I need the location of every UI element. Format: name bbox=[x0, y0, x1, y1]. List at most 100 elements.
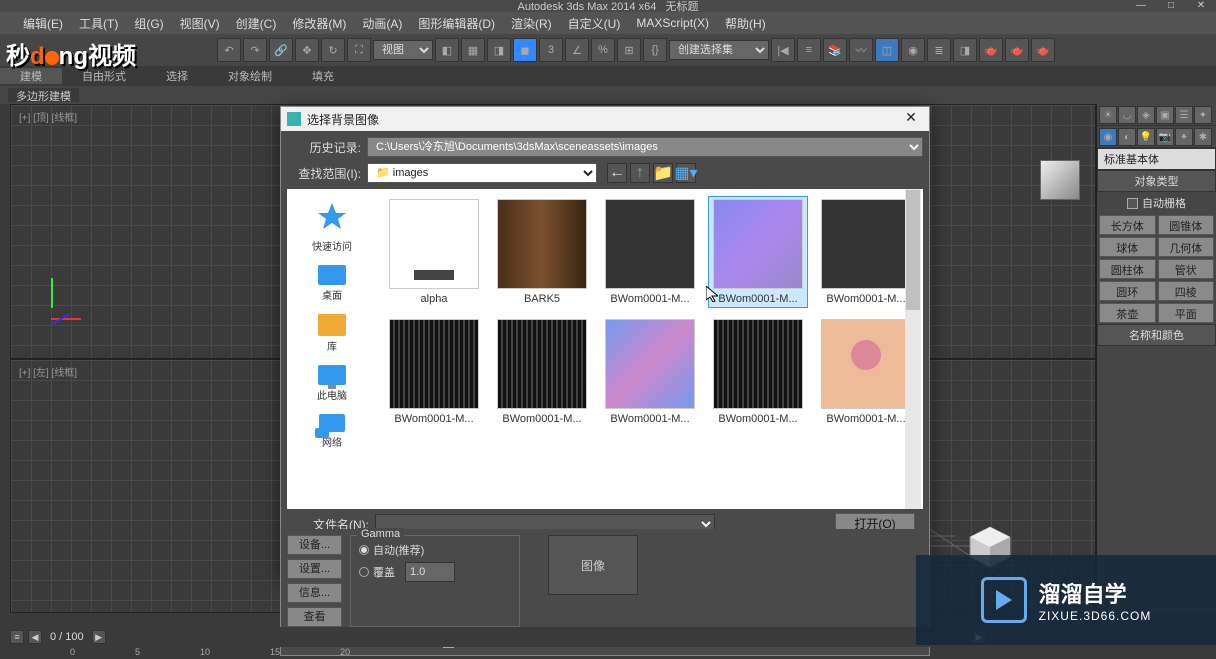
thumbnail-item[interactable]: BWom0001-M... bbox=[495, 319, 589, 425]
tool-percent-snap[interactable]: % bbox=[591, 38, 615, 62]
poly-modeling-tab[interactable]: 多边形建模 bbox=[8, 88, 79, 102]
scrollbar-thumb[interactable] bbox=[906, 190, 920, 310]
lookin-dropdown[interactable]: 📁 images bbox=[367, 163, 597, 183]
maximize-button[interactable]: □ bbox=[1156, 0, 1186, 12]
btn-pyramid[interactable]: 四棱 bbox=[1158, 281, 1215, 301]
new-folder-button[interactable]: 📁 bbox=[653, 163, 673, 183]
tool-btn-e[interactable]: {} bbox=[643, 38, 667, 62]
history-dropdown[interactable]: C:\Users\冷东旭\Documents\3dsMax\sceneasset… bbox=[367, 137, 923, 157]
menu-graph-editors[interactable]: 图形编辑器(D) bbox=[410, 15, 503, 32]
tool-btn-d[interactable]: ⊞ bbox=[617, 38, 641, 62]
menu-maxscript[interactable]: MAXScript(X) bbox=[628, 16, 717, 30]
device-button[interactable]: 设备... bbox=[287, 535, 342, 555]
render-button-3[interactable]: 🫖 bbox=[1031, 38, 1055, 62]
tab-populate[interactable]: 填充 bbox=[292, 68, 354, 84]
curve-editor-button[interactable]: 〰 bbox=[849, 38, 873, 62]
tool-btn-b[interactable]: ◨ bbox=[487, 38, 511, 62]
thumbnail-item[interactable]: alpha bbox=[387, 199, 481, 305]
render-setup-button[interactable]: ≣ bbox=[927, 38, 951, 62]
btn-sphere[interactable]: 球体 bbox=[1099, 237, 1156, 257]
gamma-auto-radio[interactable] bbox=[359, 545, 369, 555]
viewcube[interactable] bbox=[1040, 160, 1080, 200]
tab-object-paint[interactable]: 对象绘制 bbox=[208, 68, 292, 84]
close-button[interactable]: ✕ bbox=[1186, 0, 1216, 12]
btn-plane[interactable]: 平面 bbox=[1158, 303, 1215, 323]
btn-torus[interactable]: 圆环 bbox=[1099, 281, 1156, 301]
btn-geosphere[interactable]: 几何体 bbox=[1158, 237, 1215, 257]
menu-animation[interactable]: 动画(A) bbox=[354, 15, 410, 32]
menu-edit[interactable]: 编辑(E) bbox=[15, 15, 71, 32]
tool-btn-c[interactable]: ◼ bbox=[513, 38, 537, 62]
sidebar-this-pc[interactable]: 此电脑 bbox=[287, 359, 377, 408]
thumbnail-item[interactable]: BARK5 bbox=[495, 199, 589, 305]
info-button[interactable]: 信息... bbox=[287, 583, 342, 603]
cameras-tab-icon[interactable]: 📷 bbox=[1156, 128, 1174, 146]
tab-selection[interactable]: 选择 bbox=[146, 68, 208, 84]
menu-create[interactable]: 创建(C) bbox=[228, 15, 285, 32]
menu-tools[interactable]: 工具(T) bbox=[71, 15, 126, 32]
undo-button[interactable]: ↶ bbox=[217, 38, 241, 62]
up-button[interactable]: ↑ bbox=[630, 163, 650, 183]
menu-view[interactable]: 视图(V) bbox=[172, 15, 228, 32]
helpers-tab-icon[interactable]: ✦ bbox=[1175, 128, 1193, 146]
dialog-close-button[interactable]: ✕ bbox=[899, 109, 923, 129]
thumbnail-item[interactable]: BWom0001-M... bbox=[603, 319, 697, 425]
timeline-start-button[interactable]: ≡ bbox=[10, 630, 24, 644]
view-menu-button[interactable]: ▦▾ bbox=[676, 163, 696, 183]
sidebar-quick-access[interactable]: 快速访问 bbox=[287, 195, 377, 259]
name-color-header[interactable]: 名称和颜色 bbox=[1097, 324, 1216, 346]
select-tool[interactable]: ▦ bbox=[461, 38, 485, 62]
material-editor-button[interactable]: ◉ bbox=[901, 38, 925, 62]
redo-button[interactable]: ↷ bbox=[243, 38, 267, 62]
geometry-tab-icon[interactable]: ◉ bbox=[1099, 128, 1117, 146]
settings-button[interactable]: 设置... bbox=[287, 559, 342, 579]
selection-set-dropdown[interactable]: 创建选择集 bbox=[669, 40, 769, 60]
lights-tab-icon[interactable]: 💡 bbox=[1137, 128, 1155, 146]
thumbnail-item[interactable]: BWom0001-M... bbox=[603, 199, 697, 305]
render-button-2[interactable]: 🫖 bbox=[1005, 38, 1029, 62]
thumbnail-item[interactable]: BWom0001-M... bbox=[708, 196, 808, 308]
minimize-button[interactable]: — bbox=[1126, 0, 1156, 12]
tool-angle-snap[interactable]: ∠ bbox=[565, 38, 589, 62]
tool-icon-a[interactable]: ◈ bbox=[1137, 106, 1155, 124]
systems-tab-icon[interactable]: ✱ bbox=[1194, 128, 1212, 146]
shapes-tab-icon[interactable]: ◐ bbox=[1118, 128, 1136, 146]
timeline-slider[interactable]: ≡ ◀ 0 / 100 ▶ ▶ bbox=[10, 627, 986, 647]
sun-icon[interactable]: ☀ bbox=[1099, 106, 1117, 124]
timeline-prev-button[interactable]: ◀ bbox=[28, 630, 42, 644]
btn-box[interactable]: 长方体 bbox=[1099, 215, 1156, 235]
arc-icon[interactable]: ◡ bbox=[1118, 106, 1136, 124]
auto-grid-checkbox[interactable] bbox=[1127, 198, 1138, 209]
menu-customize[interactable]: 自定义(U) bbox=[560, 15, 629, 32]
sidebar-network[interactable]: 网络 bbox=[287, 408, 377, 455]
scale-tool[interactable]: ⛶ bbox=[347, 38, 371, 62]
menu-help[interactable]: 帮助(H) bbox=[717, 15, 774, 32]
tool-btn-a[interactable]: ◧ bbox=[435, 38, 459, 62]
object-type-header[interactable]: 对象类型 bbox=[1097, 170, 1216, 192]
render-button[interactable]: 🫖 bbox=[979, 38, 1003, 62]
align-button[interactable]: ≡ bbox=[797, 38, 821, 62]
render-frame-button[interactable]: ◨ bbox=[953, 38, 977, 62]
thumbnail-item[interactable]: BWom0001-M... bbox=[819, 199, 913, 305]
back-button[interactable]: ← bbox=[607, 163, 627, 183]
thumbnail-item[interactable]: BWom0001-M... bbox=[711, 319, 805, 425]
thumbnail-item[interactable]: BWom0001-M... bbox=[819, 319, 913, 425]
btn-tube[interactable]: 管状 bbox=[1158, 259, 1215, 279]
tool-icon-d[interactable]: ✦ bbox=[1194, 106, 1212, 124]
btn-cone[interactable]: 圆锥体 bbox=[1158, 215, 1215, 235]
schematic-button[interactable]: ◫ bbox=[875, 38, 899, 62]
timeline-next-button[interactable]: ▶ bbox=[92, 630, 106, 644]
view-button[interactable]: 查看 bbox=[287, 607, 342, 627]
auto-grid-row[interactable]: 自动栅格 bbox=[1097, 192, 1216, 214]
move-tool[interactable]: ✥ bbox=[295, 38, 319, 62]
menu-modifiers[interactable]: 修改器(M) bbox=[284, 15, 354, 32]
gamma-override-spinner[interactable] bbox=[405, 562, 455, 582]
gamma-auto-row[interactable]: 自动(推荐) bbox=[359, 540, 511, 560]
coordinates-dropdown[interactable]: 视图 bbox=[373, 40, 433, 60]
tool-icon-b[interactable]: ▣ bbox=[1156, 106, 1174, 124]
mirror-button[interactable]: |◀ bbox=[771, 38, 795, 62]
rotate-tool[interactable]: ↻ bbox=[321, 38, 345, 62]
scrollbar[interactable] bbox=[905, 189, 921, 509]
menu-render[interactable]: 渲染(R) bbox=[503, 15, 560, 32]
geom-type-dropdown[interactable]: 标准基本体 bbox=[1097, 148, 1216, 170]
